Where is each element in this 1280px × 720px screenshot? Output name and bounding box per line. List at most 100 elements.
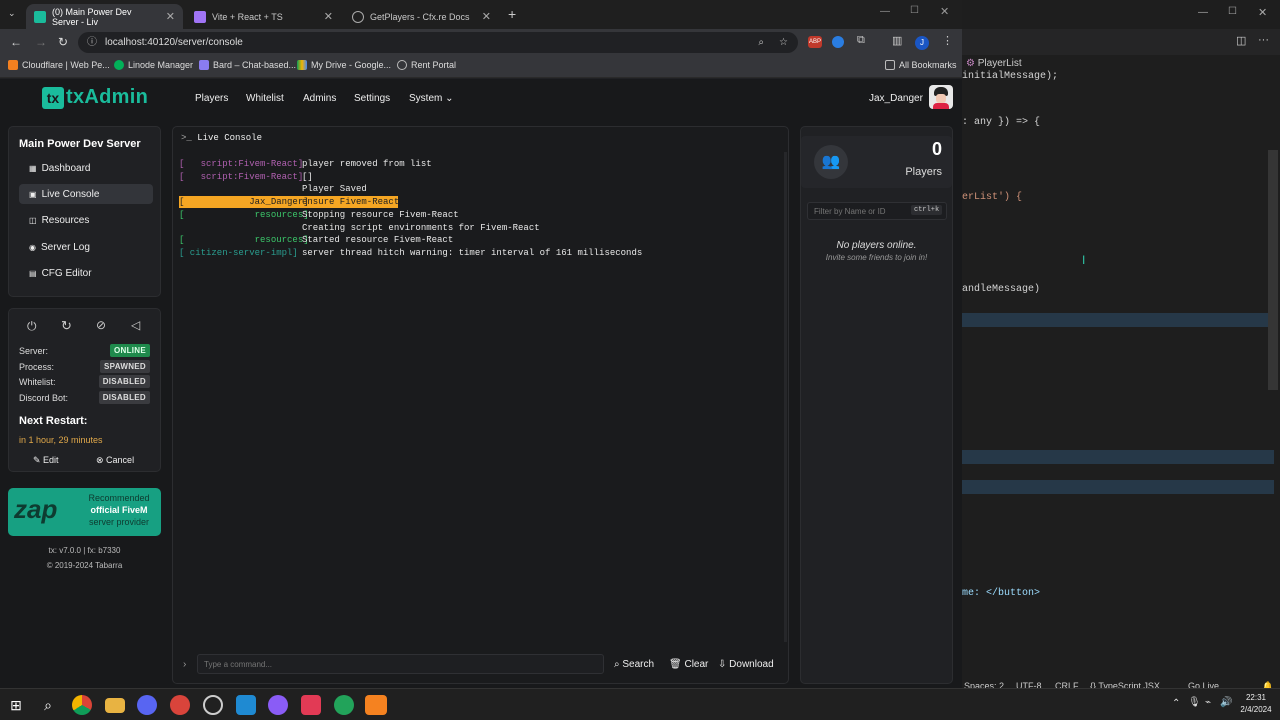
extension-icon[interactable] xyxy=(832,36,844,48)
bookmark-drive[interactable]: My Drive - Google... xyxy=(297,60,391,70)
vscode-maximize-icon[interactable]: ☐ xyxy=(1228,6,1237,17)
side-panel-icon[interactable]: ▥ xyxy=(892,34,902,47)
all-bookmarks-button[interactable]: All Bookmarks xyxy=(885,60,957,70)
zoom-icon[interactable]: ⌕ xyxy=(758,32,764,53)
kick-all-icon[interactable]: ⊘ xyxy=(96,318,106,332)
bookmark-linode[interactable]: Linode Manager xyxy=(114,60,193,70)
power-off-icon[interactable]: ⏻ xyxy=(27,319,37,334)
address-bar[interactable]: ⓘ localhost:40120/server/console ⌕ ☆ xyxy=(78,32,798,53)
chrome-icon[interactable] xyxy=(72,695,92,715)
vscode-minimize-icon[interactable]: — xyxy=(1198,7,1208,18)
tab-txadmin[interactable]: (0) Main Power Dev Server - Liv ✕ xyxy=(26,4,183,29)
maximize-icon[interactable]: ☐ xyxy=(910,5,919,16)
breadcrumb-playerlist[interactable]: ⚙ PlayerList xyxy=(966,58,1022,69)
tray-network-icon[interactable]: ⌁ xyxy=(1205,697,1211,708)
zap-logo: zap xyxy=(14,494,58,524)
txadmin-logo[interactable]: tx txAdmin xyxy=(42,86,148,109)
menu-kebab-icon[interactable]: ⋮ xyxy=(942,34,953,47)
github-desktop-icon[interactable] xyxy=(268,695,288,715)
sidebar-item-live-console[interactable]: ▣ Live Console xyxy=(19,184,153,204)
tab-strip: ⌄ (0) Main Power Dev Server - Liv ✕ Vite … xyxy=(0,0,962,29)
edit-button[interactable]: ✎ Edit xyxy=(33,455,59,466)
bookmark-star-icon[interactable]: ☆ xyxy=(779,32,788,53)
window-close-icon[interactable]: ✕ xyxy=(940,5,949,18)
console-line-tag: [ resources] xyxy=(179,235,309,246)
zap-hosting-ad[interactable]: zap Recommended official FiveM server pr… xyxy=(8,488,161,536)
username[interactable]: Jax_Danger xyxy=(869,93,923,104)
close-icon[interactable]: ✕ xyxy=(482,10,491,23)
cancel-button[interactable]: ⊗ Cancel xyxy=(96,455,134,466)
console-line-message: Started resource Fivem-React xyxy=(302,235,454,246)
clock-time[interactable]: 22:31 xyxy=(1238,693,1274,702)
windows-start-icon[interactable]: ⊞ xyxy=(6,695,26,715)
search-icon[interactable]: ⌕ xyxy=(38,695,58,715)
sidebar-item-server-log[interactable]: ◉ Server Log xyxy=(19,237,153,257)
abp-extension-icon[interactable]: ABP xyxy=(808,36,822,48)
txadmin-app: tx txAdmin Players Whitelist Admins Sett… xyxy=(0,79,962,688)
reload-icon[interactable]: ↻ xyxy=(58,35,68,49)
app-icon-red[interactable] xyxy=(170,695,190,715)
download-button[interactable]: ⇩ Download xyxy=(718,659,774,670)
announce-icon[interactable]: ◁ xyxy=(131,318,140,332)
nav-system[interactable]: System ⌄ xyxy=(409,93,454,104)
tab-vite[interactable]: Vite + React + TS ✕ xyxy=(186,4,341,29)
fivem-icon[interactable] xyxy=(365,695,387,715)
site-info-icon[interactable]: ⓘ xyxy=(87,32,97,53)
file-explorer-icon[interactable] xyxy=(105,698,125,713)
more-actions-icon[interactable]: ··· xyxy=(1258,34,1269,46)
steam-icon[interactable] xyxy=(203,695,223,715)
minimize-icon[interactable]: — xyxy=(880,6,890,17)
profile-avatar[interactable]: J xyxy=(915,36,929,50)
console-line: Creating script environments for Fivem-R… xyxy=(179,222,540,234)
tab-label: (0) Main Power Dev Server - Liv xyxy=(52,6,132,27)
pencil-icon: ✎ xyxy=(33,455,44,465)
tray-chevron-icon[interactable]: ⌃ xyxy=(1172,698,1180,709)
nav-admins[interactable]: Admins xyxy=(303,93,336,104)
sidebar-item-cfg-editor[interactable]: ▤ CFG Editor xyxy=(19,263,153,283)
forward-icon[interactable]: → xyxy=(35,35,47,49)
console-scrollbar[interactable] xyxy=(784,152,787,642)
app-icon-green[interactable] xyxy=(334,695,354,715)
puzzle-extensions-icon[interactable]: ⧉ xyxy=(857,34,865,47)
bookmark-bard[interactable]: Bard – Chat-based... xyxy=(199,60,296,70)
console-line: [ resources]Started resource Fivem-React xyxy=(179,234,453,246)
restart-icon[interactable]: ↻ xyxy=(61,318,72,334)
user-avatar[interactable] xyxy=(929,85,953,109)
bookmark-rent-portal[interactable]: Rent Portal xyxy=(397,60,456,70)
sidebar-item-dashboard[interactable]: ▦ Dashboard xyxy=(19,158,153,178)
server-status-label: Server: xyxy=(19,346,49,356)
search-button[interactable]: ⌕ Search xyxy=(614,659,654,670)
console-line: [ Jax_Danger]ensure Fivem-React xyxy=(179,196,400,209)
tray-mic-icon[interactable]: 🎙 xyxy=(1188,697,1201,708)
nav-whitelist[interactable]: Whitelist xyxy=(246,93,284,104)
discord-icon[interactable] xyxy=(137,695,157,715)
close-icon[interactable]: ✕ xyxy=(166,10,175,23)
vscode-icon[interactable] xyxy=(236,695,256,715)
tray-volume-icon[interactable]: 🔊 xyxy=(1220,697,1232,708)
nav-players[interactable]: Players xyxy=(195,93,228,104)
code-line: andleMessage) xyxy=(962,284,1041,295)
close-icon[interactable]: ✕ xyxy=(324,10,333,23)
vscode-close-icon[interactable]: ✕ xyxy=(1258,6,1267,19)
nav-settings[interactable]: Settings xyxy=(354,93,390,104)
bookmark-cloudflare[interactable]: Cloudflare | Web Pe... xyxy=(8,60,110,70)
sidebar-label: CFG Editor xyxy=(41,267,92,279)
tab-cfx-docs[interactable]: GetPlayers - Cfx.re Docs ✕ xyxy=(344,4,499,29)
whitelist-badge: DISABLED xyxy=(98,375,150,388)
sidebar-item-resources[interactable]: ◫ Resources xyxy=(19,210,153,230)
console-line-message: ensure Fivem-React xyxy=(302,197,400,208)
tab-search-icon[interactable]: ⌄ xyxy=(8,8,16,19)
editor-scrollbar[interactable] xyxy=(1268,150,1278,390)
clock-date[interactable]: 2/4/2024 xyxy=(1236,705,1276,714)
console-line-message: Player Saved xyxy=(302,184,367,195)
app-icon-a[interactable] xyxy=(301,695,321,715)
new-tab-button[interactable]: + xyxy=(508,6,516,22)
server-control-panel: ⏻ ↻ ⊘ ◁ Server: ONLINE Process: SPAWNED … xyxy=(8,308,161,472)
trash-icon: 🗑 xyxy=(669,659,685,670)
console-line-tag: [ Jax_Danger] xyxy=(179,197,309,208)
back-icon[interactable]: ← xyxy=(10,35,22,49)
clear-button[interactable]: 🗑 Clear xyxy=(669,659,708,670)
command-input[interactable] xyxy=(197,654,604,674)
filter-shortcut-badge: ctrl+k xyxy=(911,205,943,215)
split-editor-icon[interactable]: ◫ xyxy=(1236,34,1246,47)
